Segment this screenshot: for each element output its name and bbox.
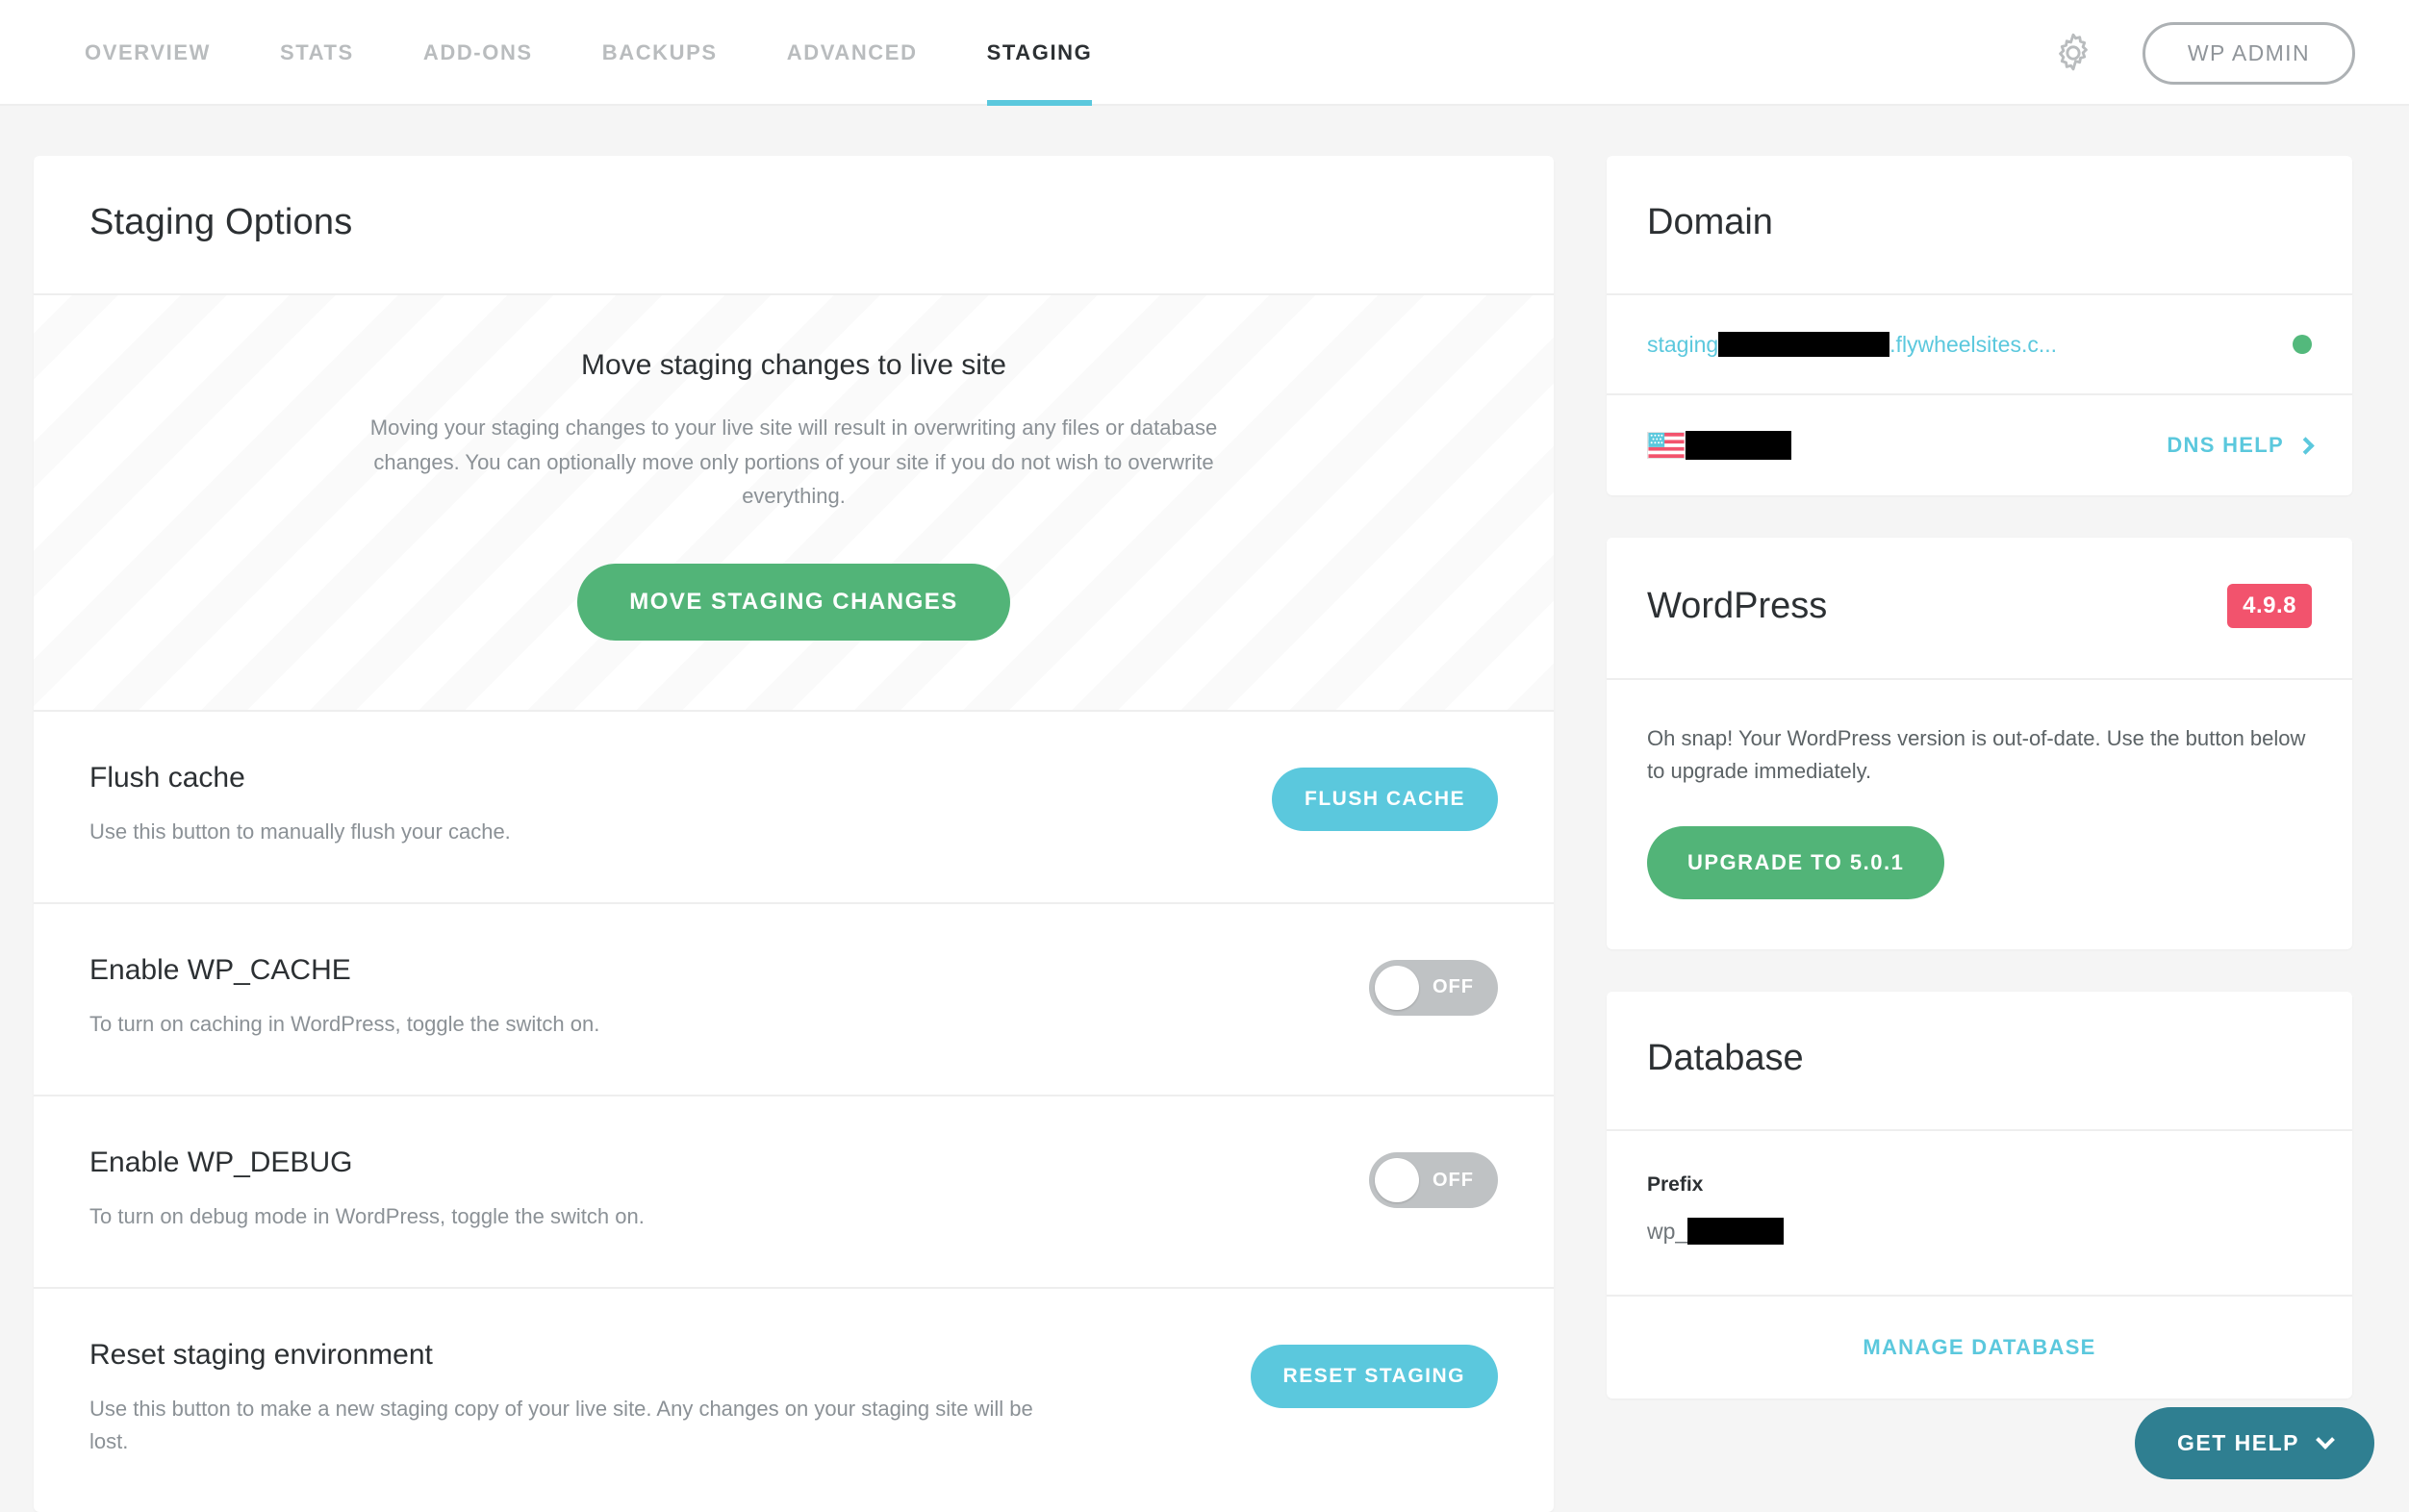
- wordpress-update-note: Oh snap! Your WordPress version is out-o…: [1647, 722, 2312, 788]
- tab-backups-label: BACKUPS: [602, 40, 718, 65]
- status-badge: [2293, 335, 2312, 354]
- gear-icon[interactable]: [2048, 28, 2098, 78]
- tab-staging-label: STAGING: [987, 40, 1093, 65]
- get-help-button[interactable]: GET HELP: [2135, 1407, 2374, 1479]
- option-row-flush-cache: Flush cache Use this button to manually …: [34, 712, 1554, 904]
- database-card-footer: MANAGE DATABASE: [1607, 1295, 2352, 1399]
- tab-add-ons-label: ADD-ONS: [423, 40, 533, 65]
- database-prefix-value: wp_: [1647, 1218, 2312, 1245]
- domain-redacted-block: [1718, 332, 1889, 357]
- option-row-wp-debug: Enable WP_DEBUG To turn on debug mode in…: [34, 1096, 1554, 1289]
- domain-region-row: DNS HELP: [1607, 395, 2352, 495]
- domain-card: Domain staging .flywheelsites.c...: [1607, 156, 2352, 495]
- wp-debug-toggle-label: OFF: [1433, 1170, 1474, 1192]
- sidebar-column: Domain staging .flywheelsites.c...: [1607, 156, 2352, 1441]
- wordpress-version-badge: 4.9.8: [2227, 584, 2312, 628]
- wordpress-card-title: WordPress: [1647, 586, 1827, 627]
- page-content: Staging Options Move staging changes to …: [0, 108, 2409, 1493]
- wordpress-card: WordPress 4.9.8 Oh snap! Your WordPress …: [1607, 538, 2352, 949]
- staging-domain-link[interactable]: staging .flywheelsites.c...: [1647, 332, 2057, 358]
- tab-advanced-label: ADVANCED: [787, 40, 918, 65]
- database-card: Database Prefix wp_ MANAGE DATABASE: [1607, 992, 2352, 1399]
- wordpress-card-header: WordPress 4.9.8: [1607, 538, 2352, 680]
- dns-help-label: DNS HELP: [2167, 433, 2284, 458]
- domain-url-prefix: staging: [1647, 332, 1718, 358]
- flush-cache-button[interactable]: FLUSH CACHE: [1272, 768, 1498, 831]
- tab-staging[interactable]: STAGING: [952, 0, 1128, 106]
- database-card-title: Database: [1647, 1038, 1804, 1079]
- tab-overview[interactable]: OVERVIEW: [50, 0, 245, 106]
- move-staging-banner: Move staging changes to live site Moving…: [34, 295, 1554, 712]
- option-title-flush-cache: Flush cache: [89, 762, 511, 794]
- database-prefix-text: wp_: [1647, 1219, 1687, 1245]
- domain-url-suffix: .flywheelsites.c...: [1889, 332, 2057, 358]
- option-control: OFF: [1369, 954, 1498, 1016]
- top-bar-actions: WP ADMIN: [2048, 0, 2355, 106]
- chevron-right-icon: [2296, 437, 2314, 454]
- tab-list: OVERVIEW STATS ADD-ONS BACKUPS ADVANCED …: [50, 0, 1127, 106]
- tab-stats-label: STATS: [280, 40, 354, 65]
- tab-backups[interactable]: BACKUPS: [568, 0, 752, 106]
- wp-cache-toggle-label: OFF: [1433, 976, 1474, 998]
- tab-advanced[interactable]: ADVANCED: [752, 0, 952, 106]
- tab-stats[interactable]: STATS: [245, 0, 389, 106]
- option-desc-wp-debug: To turn on debug mode in WordPress, togg…: [89, 1200, 645, 1233]
- option-text: Reset staging environment Use this butto…: [89, 1339, 1071, 1458]
- staging-options-card: Staging Options Move staging changes to …: [34, 156, 1554, 1512]
- option-control: FLUSH CACHE: [1272, 762, 1498, 831]
- wp-cache-toggle[interactable]: OFF: [1369, 960, 1498, 1016]
- move-staging-heading: Move staging changes to live site: [34, 349, 1554, 382]
- option-desc-wp-cache: To turn on caching in WordPress, toggle …: [89, 1008, 599, 1041]
- database-prefix-label: Prefix: [1647, 1173, 2312, 1197]
- option-desc-reset-staging: Use this button to make a new staging co…: [89, 1393, 1071, 1458]
- manage-database-link[interactable]: MANAGE DATABASE: [1863, 1335, 2095, 1360]
- wp-admin-button[interactable]: WP ADMIN: [2143, 22, 2355, 85]
- domain-url-row: staging .flywheelsites.c...: [1607, 295, 2352, 395]
- move-staging-description: Moving your staging changes to your live…: [356, 411, 1231, 514]
- option-control: RESET STAGING: [1251, 1339, 1498, 1408]
- page-title: Staging Options: [89, 202, 1498, 243]
- option-text: Flush cache Use this button to manually …: [89, 762, 511, 848]
- domain-card-header: Domain: [1607, 156, 2352, 295]
- database-card-header: Database: [1607, 992, 2352, 1131]
- move-staging-changes-button[interactable]: MOVE STAGING CHANGES: [577, 564, 1010, 641]
- staging-options-column: Staging Options Move staging changes to …: [34, 156, 1554, 1512]
- us-flag-icon: [1647, 432, 1686, 459]
- domain-card-title: Domain: [1647, 202, 1773, 243]
- upgrade-wordpress-button[interactable]: UPGRADE TO 5.0.1: [1647, 826, 1944, 899]
- database-card-body: Prefix wp_: [1607, 1131, 2352, 1295]
- option-row-reset-staging: Reset staging environment Use this butto…: [34, 1289, 1554, 1512]
- option-title-reset-staging: Reset staging environment: [89, 1339, 1071, 1372]
- tab-add-ons[interactable]: ADD-ONS: [389, 0, 568, 106]
- toggle-knob: [1375, 1158, 1419, 1202]
- dns-help-link[interactable]: DNS HELP: [2167, 433, 2312, 458]
- chevron-down-icon: [2316, 1430, 2335, 1449]
- option-title-wp-debug: Enable WP_DEBUG: [89, 1147, 645, 1179]
- toggle-knob: [1375, 966, 1419, 1010]
- option-control: OFF: [1369, 1147, 1498, 1208]
- region-info: [1647, 431, 1791, 460]
- option-row-wp-cache: Enable WP_CACHE To turn on caching in Wo…: [34, 904, 1554, 1096]
- database-prefix-redacted-block: [1687, 1218, 1784, 1245]
- reset-staging-button[interactable]: RESET STAGING: [1251, 1345, 1498, 1408]
- staging-options-header: Staging Options: [34, 156, 1554, 295]
- tab-overview-label: OVERVIEW: [85, 40, 211, 65]
- wp-debug-toggle[interactable]: OFF: [1369, 1152, 1498, 1208]
- region-redacted-block: [1686, 431, 1791, 460]
- option-title-wp-cache: Enable WP_CACHE: [89, 954, 599, 987]
- option-desc-flush-cache: Use this button to manually flush your c…: [89, 816, 511, 848]
- option-text: Enable WP_DEBUG To turn on debug mode in…: [89, 1147, 645, 1233]
- top-navigation-bar: OVERVIEW STATS ADD-ONS BACKUPS ADVANCED …: [0, 0, 2409, 106]
- option-text: Enable WP_CACHE To turn on caching in Wo…: [89, 954, 599, 1041]
- get-help-label: GET HELP: [2177, 1430, 2299, 1456]
- wordpress-card-body: Oh snap! Your WordPress version is out-o…: [1607, 680, 2352, 949]
